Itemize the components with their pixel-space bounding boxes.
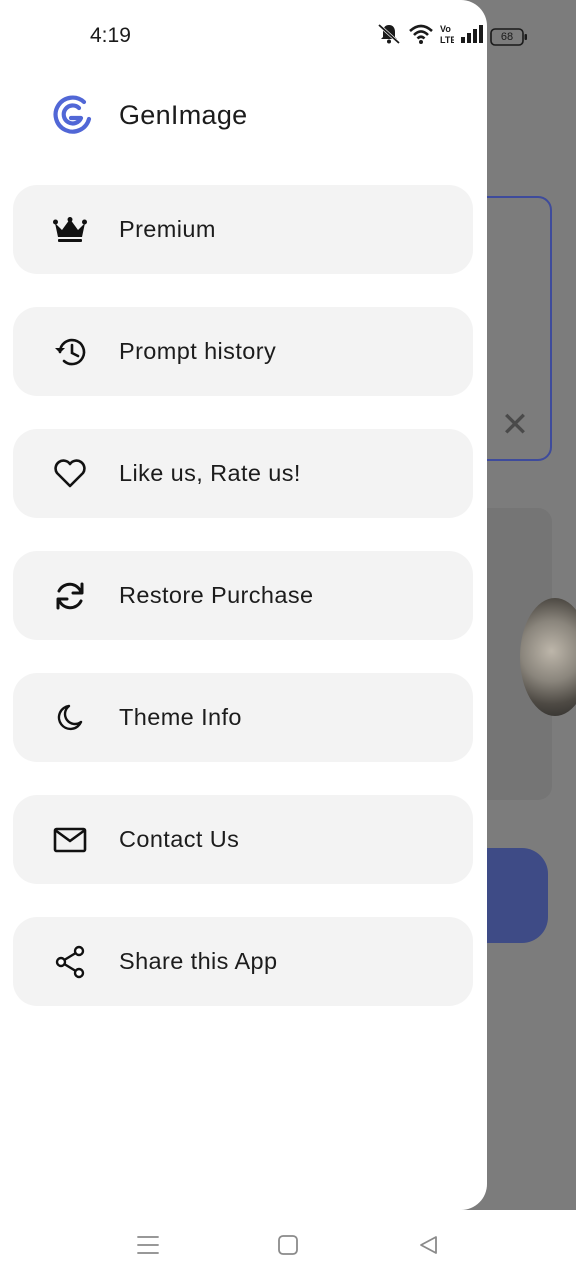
navigation-drawer: 4:19 Vo LTE 68 GenImage Premium Prompt h…: [0, 0, 527, 1210]
mute-icon: [376, 22, 402, 51]
heart-icon: [50, 454, 90, 494]
signal-icon: [460, 24, 484, 49]
menu-item-label: Like us, Rate us!: [119, 460, 301, 486]
menu-item-label: Share this App: [119, 948, 278, 974]
svg-text:Vo: Vo: [440, 24, 451, 34]
drawer-header: GenImage: [52, 94, 247, 136]
battery-icon: 68: [490, 27, 528, 46]
menu-item-label: Restore Purchase: [119, 582, 314, 608]
mail-icon: [50, 820, 90, 860]
volte-icon: Vo LTE: [440, 23, 456, 50]
close-icon: ✕: [500, 406, 530, 444]
menu-item-label: Contact Us: [119, 826, 240, 852]
wifi-icon: [408, 23, 434, 50]
menu-item-restore-purchase[interactable]: Restore Purchase: [13, 551, 473, 640]
refresh-icon: [50, 576, 90, 616]
crown-icon: [50, 210, 90, 250]
menu-item-label: Premium: [119, 216, 216, 242]
system-nav-bar: [0, 1210, 576, 1280]
app-name: GenImage: [119, 99, 248, 130]
menu-item-contact-us[interactable]: Contact Us: [13, 795, 473, 884]
status-icons: Vo LTE 68: [376, 22, 528, 51]
app-logo-icon: [53, 95, 92, 134]
menu-item-prompt-history[interactable]: Prompt history: [13, 307, 473, 396]
back-nav-icon[interactable]: [413, 1230, 443, 1260]
menu-item-rate-us[interactable]: Like us, Rate us!: [13, 429, 473, 518]
home-nav-icon[interactable]: [273, 1230, 303, 1260]
menu-item-share-app[interactable]: Share this App: [13, 917, 473, 1006]
menu-item-label: Prompt history: [119, 338, 277, 364]
share-icon: [50, 942, 90, 982]
menu-nav-icon[interactable]: [133, 1230, 163, 1260]
battery-level: 68: [500, 30, 514, 43]
menu-item-theme-info[interactable]: Theme Info: [13, 673, 473, 762]
moon-icon: [50, 698, 90, 738]
status-bar: 4:19 Vo LTE 68: [0, 0, 527, 72]
menu-item-premium[interactable]: Premium: [13, 185, 473, 274]
history-icon: [50, 332, 90, 372]
menu-item-label: Theme Info: [119, 704, 242, 730]
svg-text:LTE: LTE: [440, 35, 454, 45]
status-time: 4:19: [90, 24, 131, 47]
drawer-menu: Premium Prompt history Like us, Rate us!…: [13, 185, 473, 1039]
